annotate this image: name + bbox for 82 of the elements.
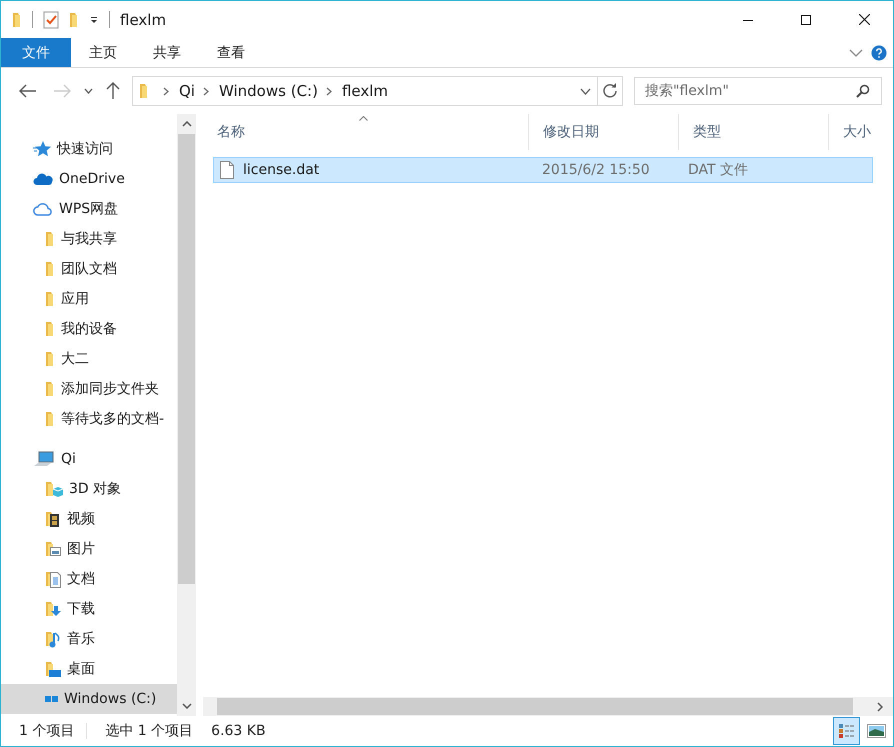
chevron-down-icon bbox=[182, 703, 192, 709]
folder-icon bbox=[45, 510, 61, 528]
nav-item[interactable]: 快速访问 bbox=[1, 134, 177, 164]
computer-icon bbox=[33, 451, 55, 467]
nav-item[interactable]: 音乐 bbox=[1, 624, 177, 654]
table-cell-text: 2015/6/2 15:50 bbox=[541, 161, 651, 180]
folder-icon bbox=[139, 82, 149, 100]
chevron-down-icon[interactable] bbox=[849, 48, 863, 58]
search-icon[interactable] bbox=[856, 84, 870, 98]
chevron-right-icon bbox=[163, 86, 169, 96]
drive-icon bbox=[45, 696, 58, 702]
nav-item[interactable]: 视频 bbox=[1, 504, 177, 534]
document-icon bbox=[220, 161, 234, 179]
column-header[interactable]: 类型 bbox=[679, 114, 829, 150]
nav-item[interactable]: 下载 bbox=[1, 594, 177, 624]
folder-icon bbox=[45, 350, 55, 368]
nav-item[interactable]: Qi bbox=[1, 444, 177, 474]
help-icon[interactable] bbox=[871, 44, 887, 60]
checklist-icon[interactable] bbox=[43, 10, 59, 28]
details-view-icon bbox=[836, 721, 857, 741]
window-title: flexlm bbox=[120, 10, 166, 28]
folder-icon bbox=[45, 630, 61, 648]
address-bar[interactable]: Qi Windows (C:) flexlm bbox=[132, 76, 623, 106]
breadcrumb[interactable]: Windows (C:) bbox=[218, 82, 318, 100]
chevron-right-icon bbox=[326, 86, 332, 96]
status-text: 6.63 KB bbox=[211, 723, 266, 739]
folder-icon bbox=[45, 380, 55, 398]
folder-icon bbox=[45, 230, 55, 248]
folder-icon bbox=[45, 320, 55, 338]
nav-item[interactable]: 添加同步文件夹 bbox=[1, 374, 177, 404]
chevron-up-icon bbox=[182, 121, 192, 127]
nav-item[interactable]: OneDrive bbox=[1, 164, 177, 194]
chevron-right-icon bbox=[202, 86, 209, 96]
scrollbar-thumb[interactable] bbox=[217, 698, 853, 715]
dropdown-icon[interactable] bbox=[89, 14, 99, 24]
view-button[interactable] bbox=[833, 717, 860, 745]
file-tab[interactable]: 文件 bbox=[1, 38, 71, 67]
cloud-icon bbox=[33, 172, 53, 186]
breadcrumb[interactable]: flexlm bbox=[342, 82, 388, 100]
maximize-icon bbox=[801, 14, 811, 24]
nav-item[interactable]: 大二 bbox=[1, 344, 177, 374]
table-cell-text: DAT 文件 bbox=[687, 161, 750, 180]
nav-item[interactable]: 3D 对象 bbox=[1, 474, 177, 504]
chevron-down-icon[interactable] bbox=[580, 88, 591, 94]
column-header[interactable]: 名称 bbox=[203, 114, 529, 150]
nav-item[interactable]: 与我共享 bbox=[1, 224, 177, 254]
horizontal-scrollbar[interactable] bbox=[203, 697, 893, 716]
close-icon bbox=[858, 14, 870, 25]
nav-item[interactable]: 文档 bbox=[1, 564, 177, 594]
folder-icon bbox=[45, 480, 63, 498]
search-field[interactable]: 搜索"flexlm" bbox=[634, 77, 882, 105]
back-arrow-icon[interactable] bbox=[19, 84, 37, 98]
nav-item[interactable]: 图片 bbox=[1, 534, 177, 564]
folder-icon bbox=[45, 260, 55, 278]
up-arrow-icon[interactable] bbox=[106, 82, 120, 100]
chevron-down-icon[interactable] bbox=[84, 88, 93, 94]
file-row[interactable]: license.dat 2015/6/2 15:50 DAT 文件 bbox=[213, 157, 873, 183]
star-icon bbox=[33, 140, 51, 158]
folder-icon bbox=[45, 410, 55, 428]
column-header[interactable]: 修改日期 bbox=[529, 114, 679, 150]
nav-item[interactable]: 桌面 bbox=[1, 654, 177, 684]
vertical-scrollbar[interactable] bbox=[177, 114, 196, 716]
nav-item[interactable]: 应用 bbox=[1, 284, 177, 314]
folder-icon bbox=[45, 540, 61, 558]
chevron-right-icon bbox=[877, 702, 883, 712]
folder-icon bbox=[45, 570, 61, 588]
nav-item[interactable]: Windows (C:) bbox=[1, 684, 177, 714]
nav-item[interactable]: 我的设备 bbox=[1, 314, 177, 344]
breadcrumb[interactable]: Qi bbox=[179, 82, 195, 100]
status-text: 1 个项目 bbox=[19, 722, 74, 740]
nav-item[interactable]: 团队文档 bbox=[1, 254, 177, 284]
cloud-icon bbox=[33, 201, 53, 217]
scrollbar-thumb[interactable] bbox=[178, 134, 195, 584]
folder-icon bbox=[45, 290, 55, 308]
folder-icon bbox=[45, 600, 61, 618]
file-name: license.dat bbox=[243, 162, 320, 178]
column-header[interactable]: 大小 bbox=[829, 114, 889, 150]
status-text: 选中 1 个项目 bbox=[105, 722, 194, 740]
nav-item[interactable]: 等待戈多的文档- bbox=[1, 404, 177, 434]
large-icons-view-icon bbox=[866, 721, 887, 741]
folder-icon bbox=[45, 660, 61, 678]
nav-item[interactable]: WPS网盘 bbox=[1, 194, 177, 224]
